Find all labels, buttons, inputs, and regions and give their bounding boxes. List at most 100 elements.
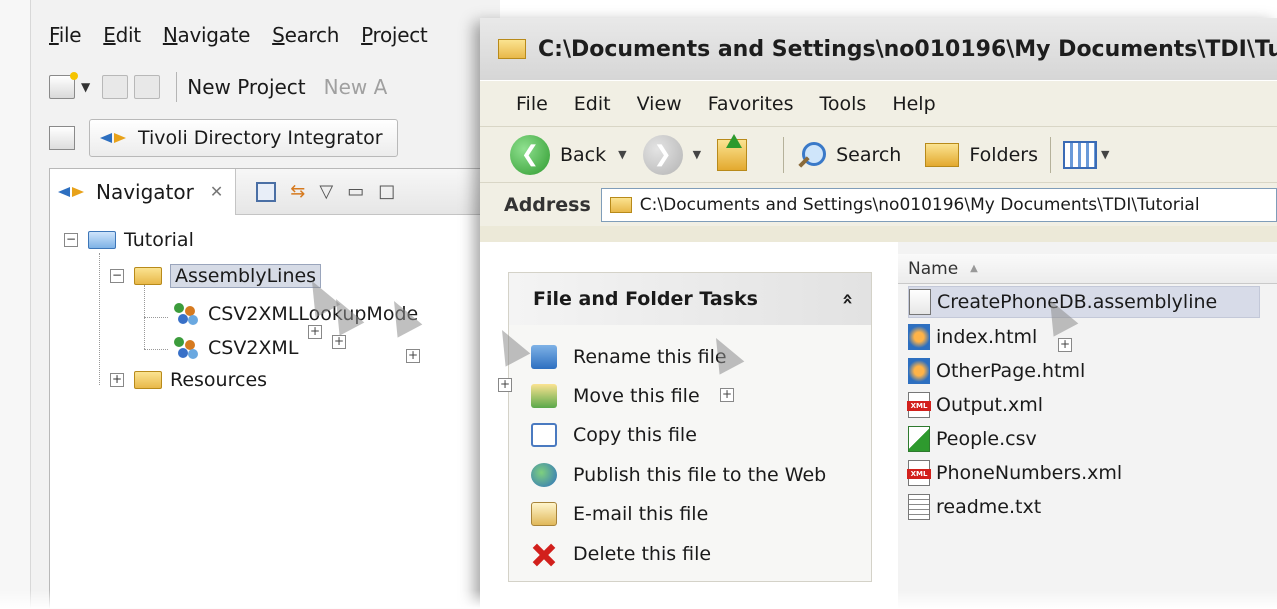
html-file-icon <box>908 324 930 350</box>
maximize-icon[interactable]: □ <box>378 181 395 202</box>
views-icon[interactable] <box>1062 140 1097 169</box>
perspective-label: Tivoli Directory Integrator <box>138 127 383 149</box>
delete-icon <box>531 542 557 566</box>
chevron-down-icon[interactable]: ▼ <box>81 80 90 94</box>
text-file-icon <box>908 494 930 520</box>
new-wizard-icon[interactable] <box>49 72 78 99</box>
close-icon[interactable]: ✕ <box>210 182 223 201</box>
collapse-all-icon[interactable] <box>256 181 277 202</box>
tree-item-assemblylines[interactable]: − AssemblyLines <box>110 261 322 291</box>
new-truncated-button[interactable]: New A <box>324 75 388 99</box>
navigator-icon <box>58 184 88 200</box>
tree-item-al2[interactable]: CSV2XML <box>172 333 298 363</box>
forward-icon[interactable]: ❯ <box>642 134 683 175</box>
explorer-titlebar[interactable]: C:\Documents and Settings\no010196\My Do… <box>480 18 1277 80</box>
xml-file-icon <box>907 392 931 418</box>
file-item[interactable]: OtherPage.html <box>908 355 1085 387</box>
bottom-fade <box>0 590 1277 609</box>
back-button[interactable]: Back <box>560 144 606 166</box>
file-name: OtherPage.html <box>936 360 1086 382</box>
folder-icon <box>134 267 162 285</box>
print-icon[interactable] <box>134 75 161 99</box>
back-icon[interactable]: ❮ <box>510 134 550 175</box>
task-move[interactable]: Move this file <box>509 376 871 415</box>
view-menu-icon[interactable]: ▽ <box>319 181 333 202</box>
column-label: Name <box>908 258 959 279</box>
menu-file[interactable]: File <box>516 93 548 115</box>
menu-view[interactable]: View <box>637 93 682 115</box>
file-list-pane: Name ▲ CreatePhoneDB.assemblyline index.… <box>898 242 1277 609</box>
collapse-icon[interactable]: − <box>110 269 124 283</box>
task-rename[interactable]: Rename this file <box>509 337 871 376</box>
perspective-button[interactable]: Tivoli Directory Integrator <box>89 119 398 157</box>
collapse-icon[interactable]: » <box>836 293 858 305</box>
tree-guide <box>144 349 168 350</box>
folders-button[interactable]: Folders <box>969 144 1038 166</box>
drag-copy-icon: + <box>498 377 512 392</box>
file-name: index.html <box>936 326 1038 348</box>
new-project-button[interactable]: New Project <box>187 75 305 99</box>
up-folder-icon[interactable] <box>717 133 748 171</box>
search-icon[interactable] <box>796 140 827 170</box>
file-item[interactable]: CreatePhoneDB.assemblyline <box>908 286 1260 318</box>
task-label: Delete this file <box>573 542 712 565</box>
open-perspective-icon[interactable] <box>49 126 75 150</box>
link-with-editor-icon[interactable]: ⇆ <box>290 181 305 202</box>
address-input[interactable]: C:\Documents and Settings\no010196\My Do… <box>600 187 1277 222</box>
drag-copy-icon: + <box>720 387 734 402</box>
sort-ascending-icon: ▲ <box>970 263 978 274</box>
background-window-edge <box>0 0 30 609</box>
navigator-tab-label: Navigator <box>96 179 194 204</box>
file-item[interactable]: index.html <box>908 321 1037 353</box>
tree-guide <box>144 317 168 318</box>
menu-file[interactable]: File <box>49 23 82 47</box>
task-copy[interactable]: Copy this file <box>509 416 871 455</box>
column-header-name[interactable]: Name ▲ <box>898 254 1277 284</box>
menu-favorites[interactable]: Favorites <box>708 93 794 115</box>
navigator-tools: ⇆ ▽ ▭ □ <box>256 181 409 202</box>
drag-copy-icon: + <box>308 324 322 339</box>
tree-item-label: Resources <box>170 369 268 391</box>
drag-copy-icon: + <box>332 334 346 349</box>
file-item[interactable]: Output.xml <box>907 389 1043 421</box>
chevron-down-icon[interactable]: ▼ <box>1101 148 1109 161</box>
chevron-down-icon[interactable]: ▼ <box>693 148 701 161</box>
file-item[interactable]: People.csv <box>908 423 1037 455</box>
address-value: C:\Documents and Settings\no010196\My Do… <box>639 194 1200 215</box>
navigator-view: Navigator ✕ ⇆ ▽ ▭ □ − Tutorial − Assembl… <box>49 168 501 609</box>
minimize-icon[interactable]: ▭ <box>347 181 364 202</box>
tasks-header[interactable]: File and Folder Tasks » <box>509 273 871 325</box>
save-icon[interactable] <box>102 75 129 99</box>
project-folder-icon <box>88 231 116 249</box>
explorer-window: C:\Documents and Settings\no010196\My Do… <box>480 18 1277 609</box>
menu-tools[interactable]: Tools <box>820 93 867 115</box>
chevron-down-icon[interactable]: ▼ <box>618 148 626 161</box>
task-publish[interactable]: Publish this file to the Web <box>509 455 871 494</box>
tree-item-resources[interactable]: + Resources <box>110 365 267 395</box>
expand-icon[interactable]: + <box>110 373 124 387</box>
tree-guide <box>99 253 100 385</box>
toolbar-separator <box>176 72 178 102</box>
collapse-icon[interactable]: − <box>64 233 78 247</box>
assemblyline-icon <box>172 337 198 359</box>
menu-navigate[interactable]: Navigate <box>163 23 251 47</box>
eclipse-window: File Edit Navigate Search Project ▼ New … <box>30 0 501 609</box>
folders-icon[interactable] <box>925 142 960 167</box>
tree-item-tutorial[interactable]: − Tutorial <box>64 225 194 255</box>
folder-icon <box>134 371 162 389</box>
tree-item-al1[interactable]: CSV2XMLLookupMode <box>172 299 418 329</box>
menu-search[interactable]: Search <box>272 23 339 47</box>
menu-edit[interactable]: Edit <box>574 93 611 115</box>
task-label: Move this file <box>573 385 700 408</box>
file-item[interactable]: PhoneNumbers.xml <box>907 457 1122 489</box>
publish-icon <box>531 462 557 487</box>
tab-navigator[interactable]: Navigator ✕ <box>50 168 237 215</box>
address-label: Address <box>504 193 591 216</box>
task-email[interactable]: E-mail this file <box>509 495 871 534</box>
file-item[interactable]: readme.txt <box>908 491 1041 523</box>
menu-project[interactable]: Project <box>361 23 428 47</box>
search-button[interactable]: Search <box>836 144 901 166</box>
task-delete[interactable]: Delete this file <box>509 534 871 573</box>
menu-edit[interactable]: Edit <box>103 23 141 47</box>
menu-help[interactable]: Help <box>892 93 935 115</box>
